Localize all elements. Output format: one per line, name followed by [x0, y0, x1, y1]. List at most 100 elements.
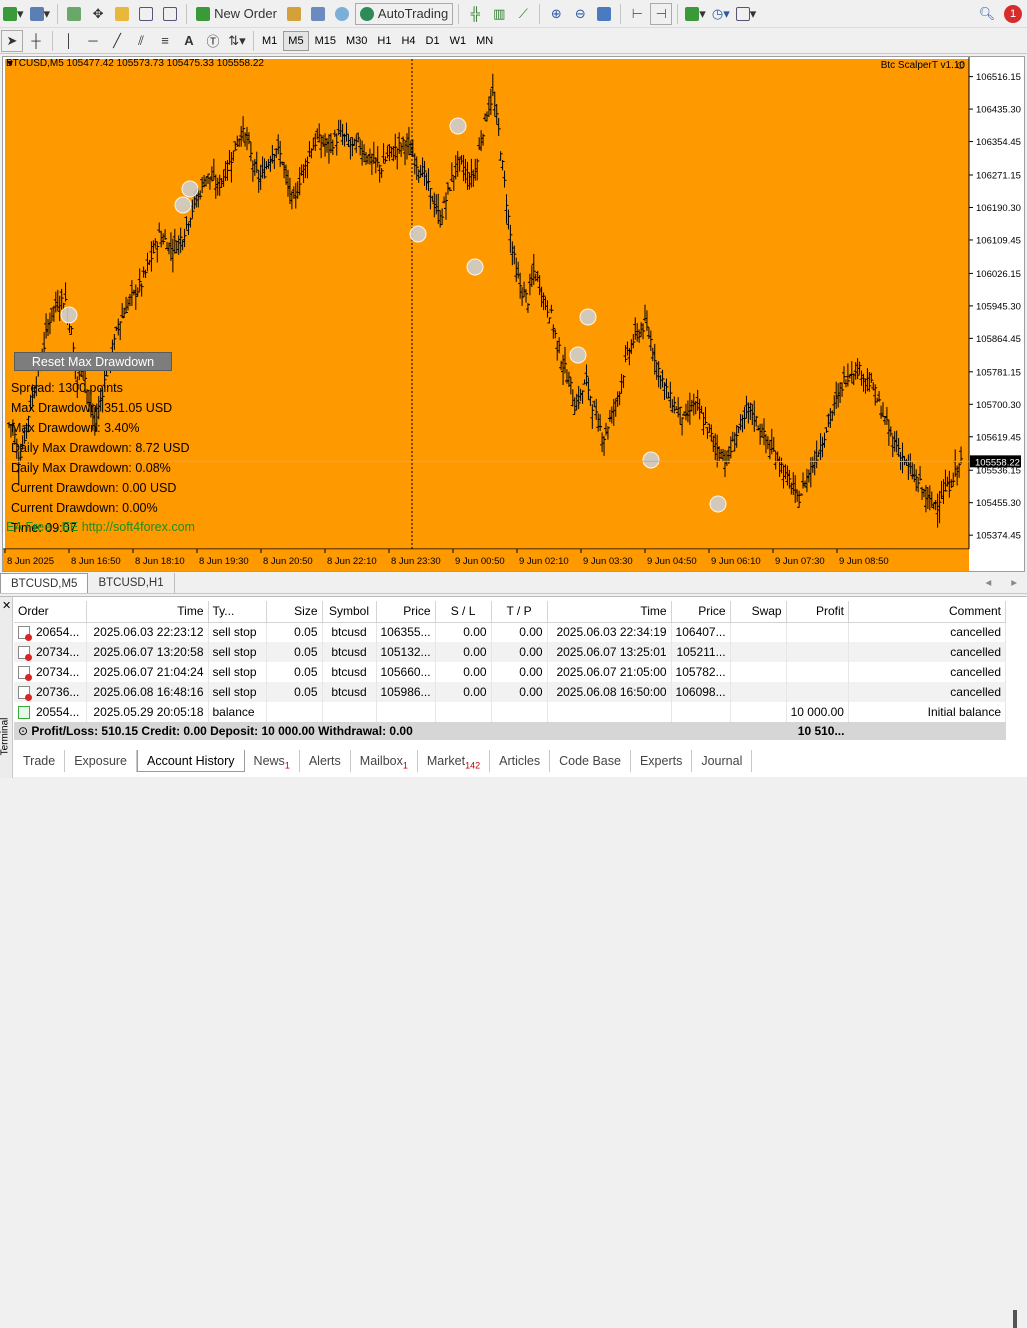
tab-scroll-left-icon[interactable]: ◂	[975, 573, 1001, 593]
autoscroll-icon[interactable]: ⊣	[650, 2, 673, 25]
column-header[interactable]: S / L	[435, 601, 492, 623]
cell-price: 106355...	[376, 622, 436, 642]
terminal-icon[interactable]	[135, 3, 157, 25]
crosshair-icon[interactable]: ┼	[25, 30, 47, 52]
tab-alerts[interactable]: Alerts	[300, 750, 351, 772]
timeframe-mn[interactable]: MN	[472, 31, 497, 51]
signals-icon[interactable]	[307, 3, 329, 25]
metaeditor-icon[interactable]	[283, 3, 305, 25]
tab-experts[interactable]: Experts	[631, 750, 693, 772]
text-label-icon[interactable]: Ⓣ	[202, 30, 224, 52]
summary-profit: 10 510...	[786, 722, 849, 740]
notifications-icon[interactable]: 1	[1000, 3, 1026, 25]
market-watch-icon[interactable]	[63, 3, 85, 25]
tab-account-history[interactable]: Account History	[137, 750, 245, 772]
strategy-tester-icon[interactable]	[159, 3, 181, 25]
horizontal-line-icon[interactable]: ─	[82, 30, 104, 52]
tab-code-base[interactable]: Code Base	[550, 750, 631, 772]
candlestick-icon[interactable]: ▥	[488, 3, 510, 25]
column-header[interactable]: Ty...	[208, 601, 267, 623]
tab-trade[interactable]: Trade	[14, 750, 66, 772]
cell-sl: 0.00	[435, 622, 492, 642]
column-header[interactable]: Time	[86, 601, 209, 623]
y-tick-label: 105945.30	[976, 301, 1021, 312]
navigator-icon[interactable]	[111, 3, 133, 25]
column-header[interactable]: Profit	[786, 601, 849, 623]
table-row[interactable]: 20734... 2025.06.07 21:04:24 sell stop 0.05…	[14, 662, 1007, 682]
text-icon[interactable]: A	[178, 30, 200, 52]
column-header[interactable]: Order	[14, 601, 87, 623]
fibonacci-icon[interactable]: ≡	[154, 30, 176, 52]
timeframe-w1[interactable]: W1	[446, 31, 471, 51]
column-header[interactable]: Time	[547, 601, 672, 623]
timeframe-m5[interactable]: M5	[283, 30, 309, 51]
periods-icon[interactable]: ◷▾	[710, 3, 732, 25]
timeframe-d1[interactable]: D1	[422, 31, 444, 51]
tab-exposure[interactable]: Exposure	[65, 750, 138, 772]
arrows-icon[interactable]: ⇅▾	[226, 30, 248, 52]
timeframe-m30[interactable]: M30	[342, 31, 371, 51]
price-scale-background	[969, 57, 1024, 571]
tile-windows-icon[interactable]	[593, 3, 615, 25]
cell-symbol: btcusd	[322, 622, 377, 642]
column-header[interactable]: Symbol	[322, 601, 377, 623]
data-window-icon[interactable]: ✥	[87, 3, 109, 25]
cell-close-price: 106098...	[671, 682, 731, 702]
zoom-in-icon[interactable]: ⊕	[545, 3, 567, 25]
tab-mailbox[interactable]: Mailbox1	[351, 750, 418, 772]
timeframe-m15[interactable]: M15	[311, 31, 340, 51]
new-chart-icon[interactable]: ▾	[1, 3, 26, 25]
chart-shift-icon[interactable]: ⊢	[626, 3, 648, 25]
line-chart-icon[interactable]: ⟋	[512, 3, 534, 25]
toolbar-separator	[620, 3, 622, 24]
column-header[interactable]: Size	[266, 601, 323, 623]
indicators-icon[interactable]: ▾	[683, 3, 708, 25]
column-header[interactable]: Comment	[848, 601, 1007, 623]
zoom-out-icon[interactable]: ⊖	[569, 3, 591, 25]
trade-marker	[409, 225, 427, 243]
cursor-icon[interactable]: ➤	[1, 29, 23, 52]
chart-symbol-info: BTCUSD,M5 105477.42 105573.73 105475.33 …	[6, 58, 264, 69]
trendline-icon[interactable]: ╱	[106, 30, 128, 52]
cell-profit	[786, 622, 849, 642]
y-tick-label: 105700.30	[976, 400, 1021, 411]
y-tick-label: 105619.45	[976, 432, 1021, 443]
tab-label: Exposure	[74, 754, 128, 768]
profiles-icon[interactable]: ▾	[28, 3, 53, 25]
column-header[interactable]: Price	[376, 601, 436, 623]
column-header[interactable]: Swap	[730, 601, 787, 623]
cell-type: sell stop	[208, 622, 267, 642]
bar-chart-icon[interactable]: ╬	[464, 3, 486, 25]
timeframe-h1[interactable]: H1	[373, 31, 395, 51]
tab-articles[interactable]: Articles	[490, 750, 551, 772]
tab-scroll-right-icon[interactable]: ▸	[1001, 573, 1027, 593]
tab-news[interactable]: News1	[245, 750, 300, 772]
cell-order: 20736...	[14, 682, 87, 702]
column-header[interactable]: Price	[671, 601, 731, 623]
tab-btcusd-m5[interactable]: BTCUSD,M5	[0, 573, 89, 593]
vertical-scrollbar[interactable]	[1013, 1310, 1017, 1328]
table-row[interactable]: 20554... 2025.05.29 20:05:18 balance 10 000…	[14, 702, 1007, 722]
equidistant-channel-icon[interactable]: ⫽	[130, 30, 152, 52]
close-icon[interactable]: ✕	[2, 599, 11, 612]
tab-journal[interactable]: Journal	[692, 750, 753, 772]
vertical-line-icon[interactable]: │	[58, 30, 80, 52]
cell-size: 0.05	[266, 662, 323, 682]
autotrading-button[interactable]: AutoTrading	[354, 2, 454, 25]
tab-market[interactable]: Market142	[418, 750, 491, 772]
search-icon[interactable]: 🔍︎	[976, 3, 998, 25]
market-icon[interactable]	[331, 3, 353, 25]
table-row[interactable]: 20654... 2025.06.03 22:23:12 sell stop 0.05…	[14, 622, 1007, 642]
timeframe-m1[interactable]: M1	[258, 31, 281, 51]
templates-icon[interactable]: ▾	[734, 3, 759, 25]
cell-close-time: 2025.06.08 16:50:00	[547, 682, 672, 702]
reset-max-drawdown-button[interactable]: Reset Max Drawdown	[14, 352, 172, 371]
cell-symbol: btcusd	[322, 682, 377, 702]
table-row[interactable]: 20736... 2025.06.08 16:48:16 sell stop 0.05…	[14, 682, 1007, 702]
new-order-button[interactable]: New Order	[192, 3, 281, 25]
column-header[interactable]: T / P	[491, 601, 548, 623]
tab-btcusd-h1[interactable]: BTCUSD,H1	[88, 573, 175, 593]
cell-tp: 0.00	[491, 642, 548, 662]
table-row[interactable]: 20734... 2025.06.07 13:20:58 sell stop 0.05…	[14, 642, 1007, 662]
timeframe-h4[interactable]: H4	[397, 31, 419, 51]
